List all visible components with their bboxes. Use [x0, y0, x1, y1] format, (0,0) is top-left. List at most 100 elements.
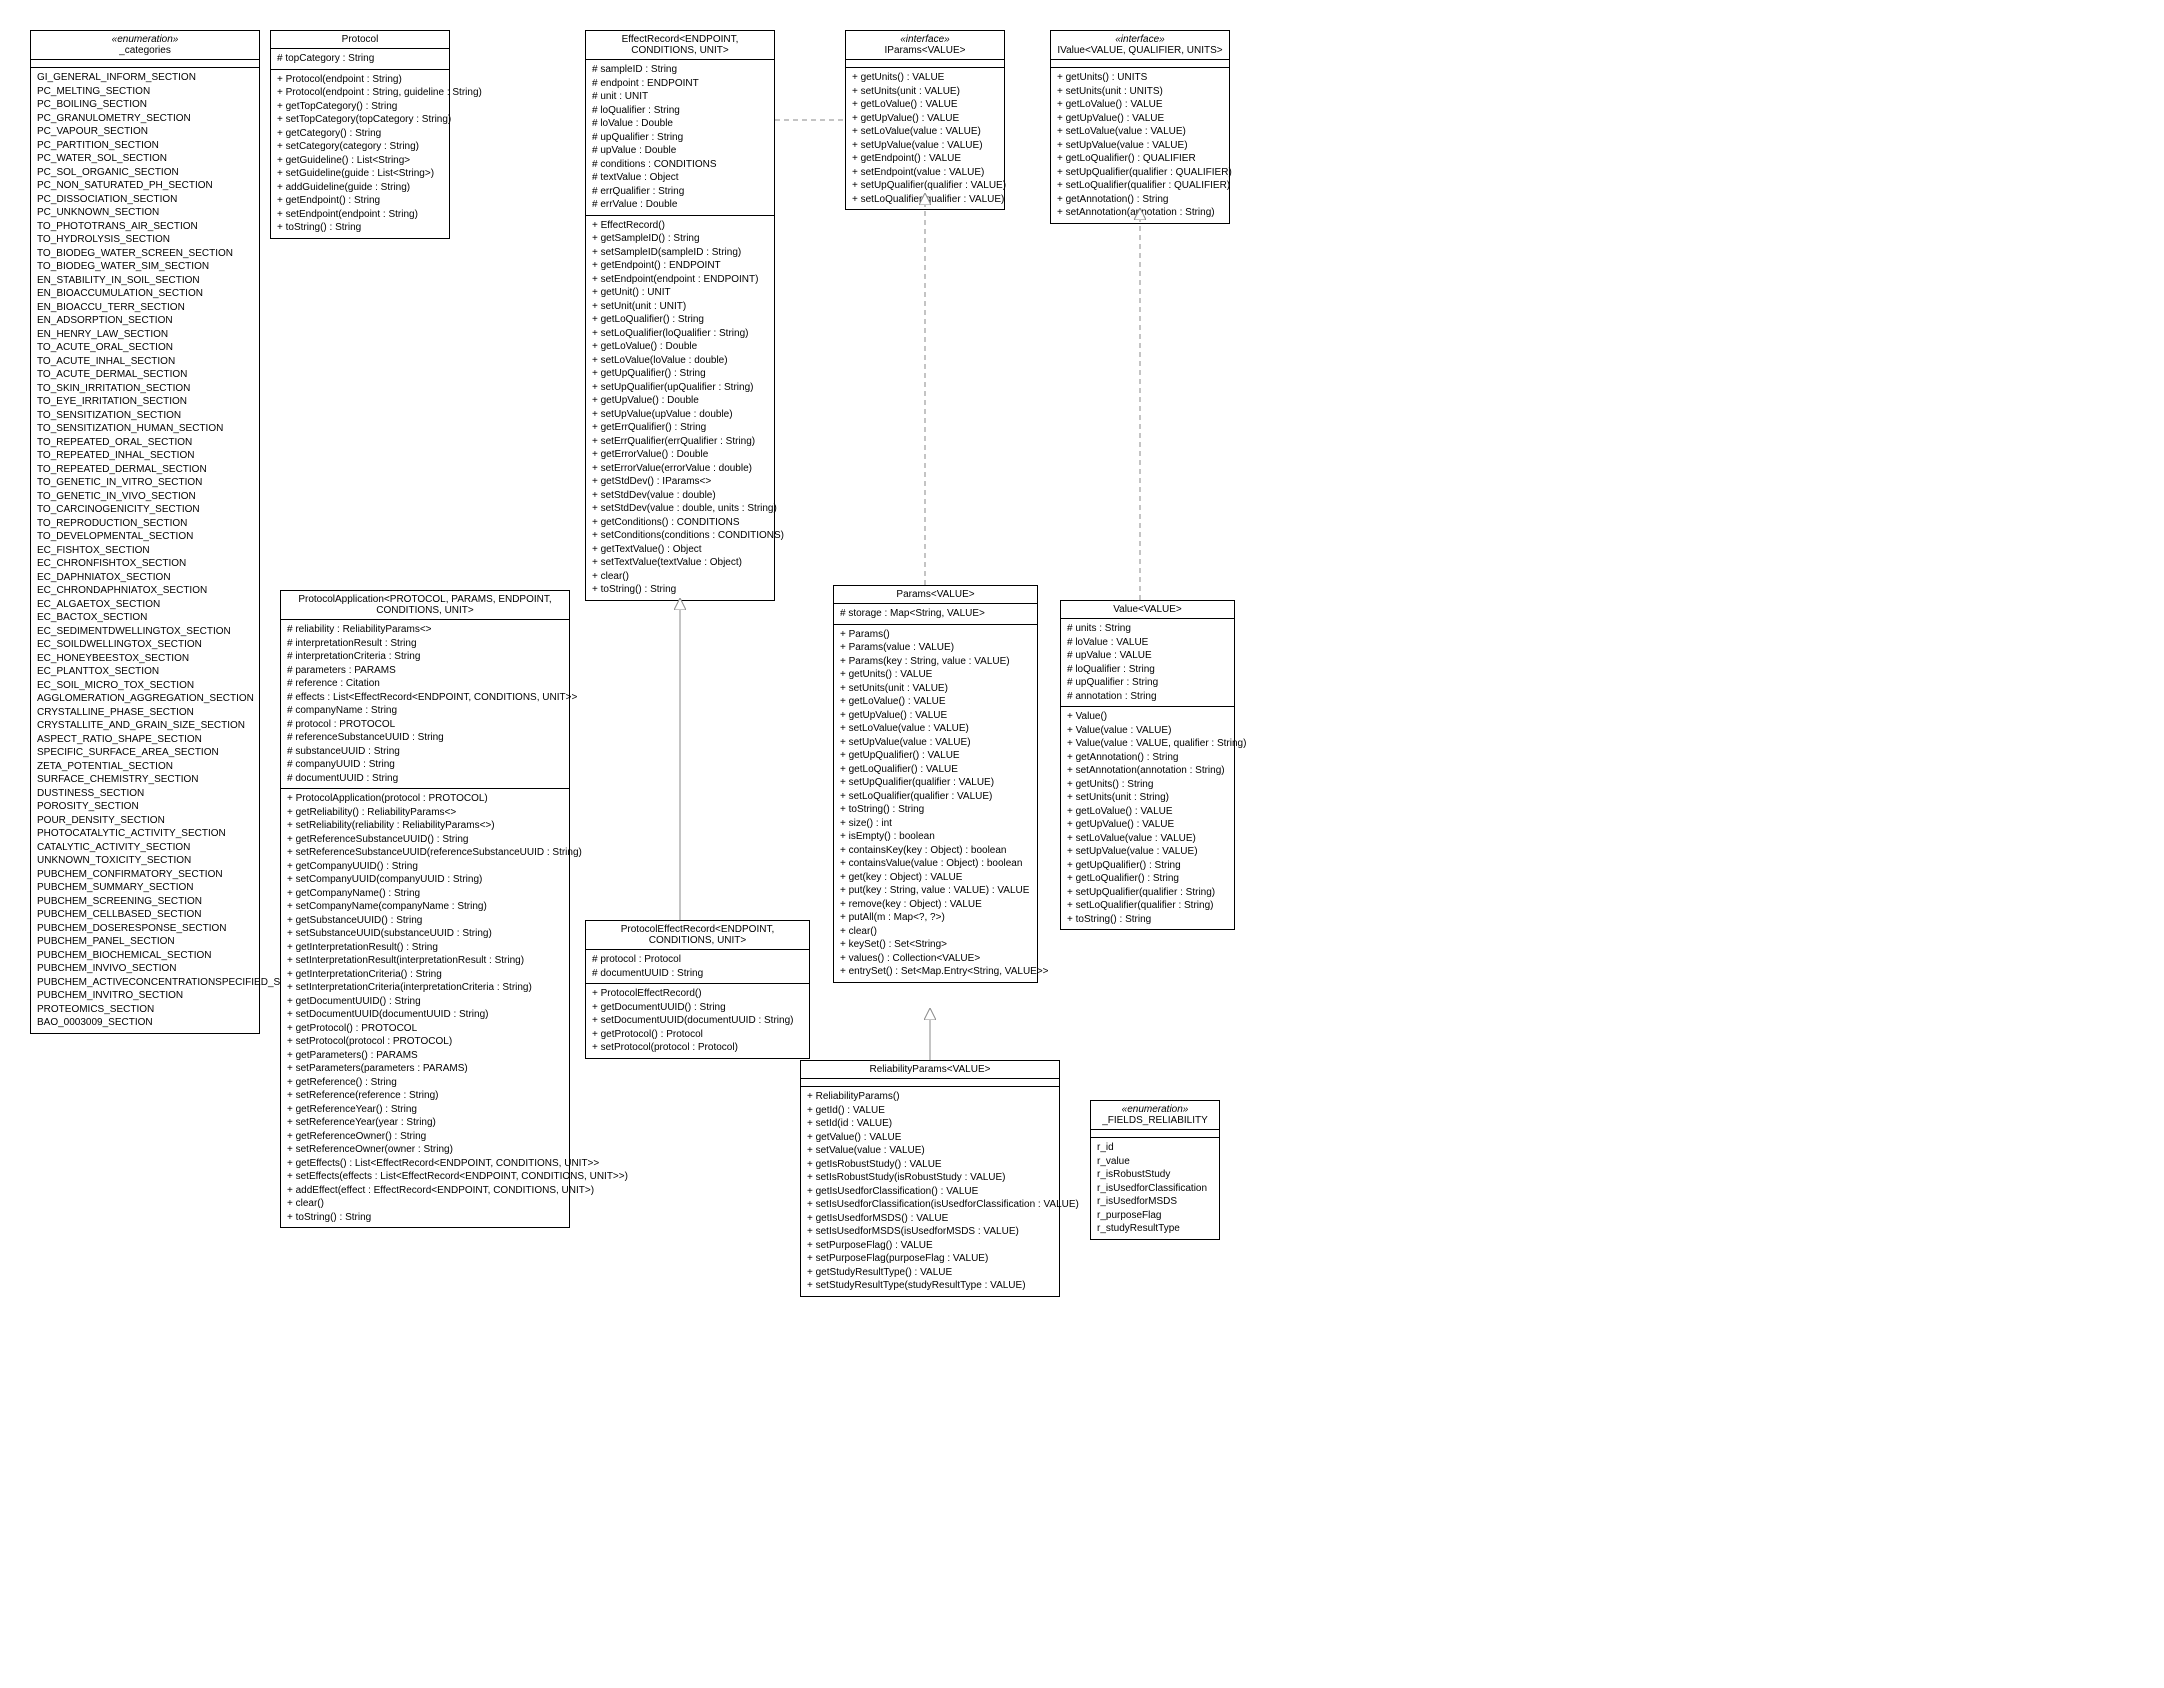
iparams-interface: «interface» IParams<VALUE> + getUnits() …: [845, 30, 1005, 210]
list-item: + Value(value : VALUE, qualifier : Strin…: [1067, 737, 1228, 751]
list-item: PUBCHEM_CELLBASED_SECTION: [37, 908, 253, 922]
list-item: + put(key : String, value : VALUE) : VAL…: [840, 884, 1031, 898]
list-item: PC_MELTING_SECTION: [37, 85, 253, 99]
list-item: ZETA_POTENTIAL_SECTION: [37, 760, 253, 774]
list-item: + getErrorValue() : Double: [592, 448, 768, 462]
protocol-application-title: ProtocolApplication<PROTOCOL, PARAMS, EN…: [281, 591, 569, 620]
list-item: + getAnnotation() : String: [1057, 193, 1223, 207]
list-item: # conditions : CONDITIONS: [592, 158, 768, 172]
list-item: # sampleID : String: [592, 63, 768, 77]
list-item: + setIsUsedforMSDS(isUsedforMSDS : VALUE…: [807, 1225, 1053, 1239]
list-item: + ReliabilityParams(): [807, 1090, 1053, 1104]
list-item: TO_REPEATED_DERMAL_SECTION: [37, 463, 253, 477]
params-title: Params<VALUE>: [834, 586, 1037, 604]
list-item: + setReferenceSubstanceUUID(referenceSub…: [287, 846, 563, 860]
ivalue-title: «interface» IValue<VALUE, QUALIFIER, UNI…: [1051, 31, 1229, 60]
list-item: PC_WATER_SOL_SECTION: [37, 152, 253, 166]
list-item: # reference : Citation: [287, 677, 563, 691]
list-item: PUBCHEM_SCREENING_SECTION: [37, 895, 253, 909]
list-item: + setSampleID(sampleID : String): [592, 246, 768, 260]
list-item: + getLoQualifier() : VALUE: [840, 763, 1031, 777]
list-item: PC_BOILING_SECTION: [37, 98, 253, 112]
list-item: + toString() : String: [287, 1211, 563, 1225]
list-item: + setSubstanceUUID(substanceUUID : Strin…: [287, 927, 563, 941]
list-item: # protocol : Protocol: [592, 953, 803, 967]
list-item: + clear(): [840, 925, 1031, 939]
list-item: r_isRobustStudy: [1097, 1168, 1213, 1182]
list-item: + setInterpretationResult(interpretation…: [287, 954, 563, 968]
protocol-effect-record-class: ProtocolEffectRecord<ENDPOINT, CONDITION…: [585, 920, 810, 1059]
list-item: # interpretationResult : String: [287, 637, 563, 651]
list-item: r_isUsedforMSDS: [1097, 1195, 1213, 1209]
list-item: TO_ACUTE_INHAL_SECTION: [37, 355, 253, 369]
list-item: EC_CHRONDAPHNIATOX_SECTION: [37, 584, 253, 598]
list-item: + clear(): [592, 570, 768, 584]
list-item: + Protocol(endpoint : String): [277, 73, 443, 87]
list-item: EC_BACTOX_SECTION: [37, 611, 253, 625]
list-item: + setUpQualifier(upQualifier : String): [592, 381, 768, 395]
enum-categories-title: «enumeration» _categories: [31, 31, 259, 60]
list-item: + Value(): [1067, 710, 1228, 724]
list-item: POROSITY_SECTION: [37, 800, 253, 814]
list-item: EC_SOILDWELLINGTOX_SECTION: [37, 638, 253, 652]
list-item: + getUpValue() : VALUE: [1057, 112, 1223, 126]
list-item: + setUpQualifier(qualifier : VALUE): [840, 776, 1031, 790]
protocol-class: Protocol # topCategory : String + Protoc…: [270, 30, 450, 239]
list-item: + setEndpoint(endpoint : String): [277, 208, 443, 222]
list-item: + getGuideline() : List<String>: [277, 154, 443, 168]
list-item: + ProtocolApplication(protocol : PROTOCO…: [287, 792, 563, 806]
list-item: + setIsRobustStudy(isRobustStudy : VALUE…: [807, 1171, 1053, 1185]
list-item: + setLoValue(loValue : double): [592, 354, 768, 368]
list-item: + containsKey(key : Object) : boolean: [840, 844, 1031, 858]
params-class: Params<VALUE> # storage : Map<String, VA…: [833, 585, 1038, 983]
protocol-effect-record-title: ProtocolEffectRecord<ENDPOINT, CONDITION…: [586, 921, 809, 950]
list-item: + setUpQualifier(qualifier : String): [1067, 886, 1228, 900]
list-item: + getLoValue() : VALUE: [1067, 805, 1228, 819]
list-item: + getLoValue() : VALUE: [1057, 98, 1223, 112]
list-item: # upValue : Double: [592, 144, 768, 158]
list-item: + getId() : VALUE: [807, 1104, 1053, 1118]
list-item: TO_CARCINOGENICITY_SECTION: [37, 503, 253, 517]
list-item: + getLoValue() : VALUE: [852, 98, 998, 112]
list-item: + setEndpoint(endpoint : ENDPOINT): [592, 273, 768, 287]
list-item: + getEffects() : List<EffectRecord<ENDPO…: [287, 1157, 563, 1171]
list-item: + setPurposeFlag(purposeFlag : VALUE): [807, 1252, 1053, 1266]
list-item: UNKNOWN_TOXICITY_SECTION: [37, 854, 253, 868]
list-item: r_purposeFlag: [1097, 1209, 1213, 1223]
list-item: EC_CHRONFISHTOX_SECTION: [37, 557, 253, 571]
list-item: + setUpQualifier(qualifier : VALUE): [852, 179, 998, 193]
list-item: + getLoQualifier() : String: [1067, 872, 1228, 886]
list-item: + setPurposeFlag() : VALUE: [807, 1239, 1053, 1253]
list-item: + getEndpoint() : String: [277, 194, 443, 208]
list-item: + setLoQualifier(loQualifier : String): [592, 327, 768, 341]
list-item: # errValue : Double: [592, 198, 768, 212]
list-item: EC_FISHTOX_SECTION: [37, 544, 253, 558]
list-item: + getCompanyName() : String: [287, 887, 563, 901]
list-item: + setLoValue(value : VALUE): [840, 722, 1031, 736]
list-item: # unit : UNIT: [592, 90, 768, 104]
list-item: + setProtocol(protocol : Protocol): [592, 1041, 803, 1055]
list-item: + getReliability() : ReliabilityParams<>: [287, 806, 563, 820]
value-title: Value<VALUE>: [1061, 601, 1234, 619]
list-item: + setId(id : VALUE): [807, 1117, 1053, 1131]
list-item: r_isUsedforClassification: [1097, 1182, 1213, 1196]
list-item: PHOTOCATALYTIC_ACTIVITY_SECTION: [37, 827, 253, 841]
list-item: + setUpValue(value : VALUE): [1057, 139, 1223, 153]
list-item: + getUnits() : VALUE: [840, 668, 1031, 682]
list-item: TO_PHOTOTRANS_AIR_SECTION: [37, 220, 253, 234]
list-item: + getTextValue() : Object: [592, 543, 768, 557]
list-item: + setUpValue(upValue : double): [592, 408, 768, 422]
list-item: EC_DAPHNIATOX_SECTION: [37, 571, 253, 585]
list-item: + setTopCategory(topCategory : String): [277, 113, 443, 127]
list-item: + addGuideline(guide : String): [277, 181, 443, 195]
list-item: + Value(value : VALUE): [1067, 724, 1228, 738]
list-item: PUBCHEM_BIOCHEMICAL_SECTION: [37, 949, 253, 963]
list-item: + EffectRecord(): [592, 219, 768, 233]
list-item: + setReferenceOwner(owner : String): [287, 1143, 563, 1157]
list-item: # loQualifier : String: [592, 104, 768, 118]
list-item: EC_ALGAETOX_SECTION: [37, 598, 253, 612]
list-item: + setUnits(unit : VALUE): [840, 682, 1031, 696]
list-item: + setLoQualifier(qualifier : VALUE): [852, 193, 998, 207]
list-item: EC_PLANTTOX_SECTION: [37, 665, 253, 679]
list-item: + toString() : String: [840, 803, 1031, 817]
